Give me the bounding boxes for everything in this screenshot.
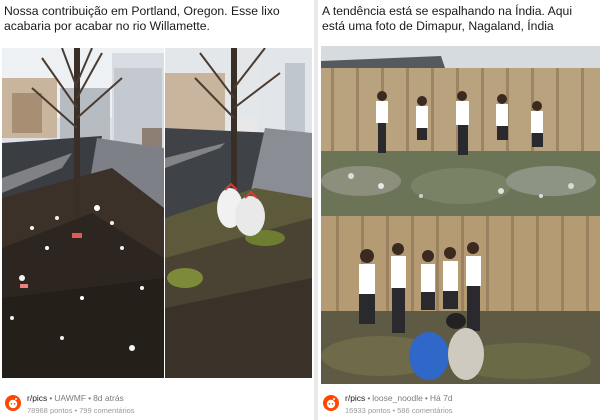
- post-card-dimapur[interactable]: A tendência está se espalhando na Índia.…: [318, 0, 600, 420]
- reddit-alien-icon[interactable]: [5, 395, 21, 411]
- before-cleanup-photo[interactable]: [2, 48, 164, 378]
- before-cleanup-photo[interactable]: [321, 46, 600, 216]
- post-caption: Nossa contribuição em Portland, Oregon. …: [4, 4, 280, 33]
- after-cleanup-photo[interactable]: [321, 216, 600, 384]
- meta-separator: •: [424, 393, 428, 403]
- post-stats-line: 78968 pontos • 799 comentários: [27, 406, 135, 415]
- subreddit-link[interactable]: r/pics: [345, 393, 365, 403]
- post-meta-line: r/pics • loose_noodle • Há 7d: [345, 393, 453, 403]
- post-footer: r/pics • UAWMF • 8d atrás 78968 pontos • 799 c…: [0, 386, 314, 420]
- post-time: Há 7d: [429, 393, 453, 403]
- post-footer: r/pics • loose_noodle • Há 7d 16933 pontos • 5…: [318, 386, 600, 420]
- post-meta-line: r/pics • UAWMF • 8d atrás: [27, 393, 124, 403]
- post-points: 16933 pontos: [345, 406, 391, 415]
- post-stats-line: 16933 pontos • 586 comentários: [345, 406, 453, 415]
- post-caption: A tendência está se espalhando na Índia.…: [322, 4, 573, 33]
- post-card-portland[interactable]: Nossa contribuição em Portland, Oregon. …: [0, 0, 314, 420]
- after-cleanup-photo[interactable]: [165, 48, 312, 378]
- post-comments-link[interactable]: 586 comentários: [397, 406, 452, 415]
- post-author[interactable]: loose_noodle: [372, 393, 423, 403]
- subreddit-link[interactable]: r/pics: [27, 393, 47, 403]
- post-time: 8d atrás: [93, 393, 124, 403]
- post-points: 78968 pontos: [27, 406, 73, 415]
- post-comments-link[interactable]: 799 comentários: [79, 406, 134, 415]
- post-author[interactable]: UAWMF: [54, 393, 86, 403]
- reddit-alien-icon[interactable]: [323, 395, 339, 411]
